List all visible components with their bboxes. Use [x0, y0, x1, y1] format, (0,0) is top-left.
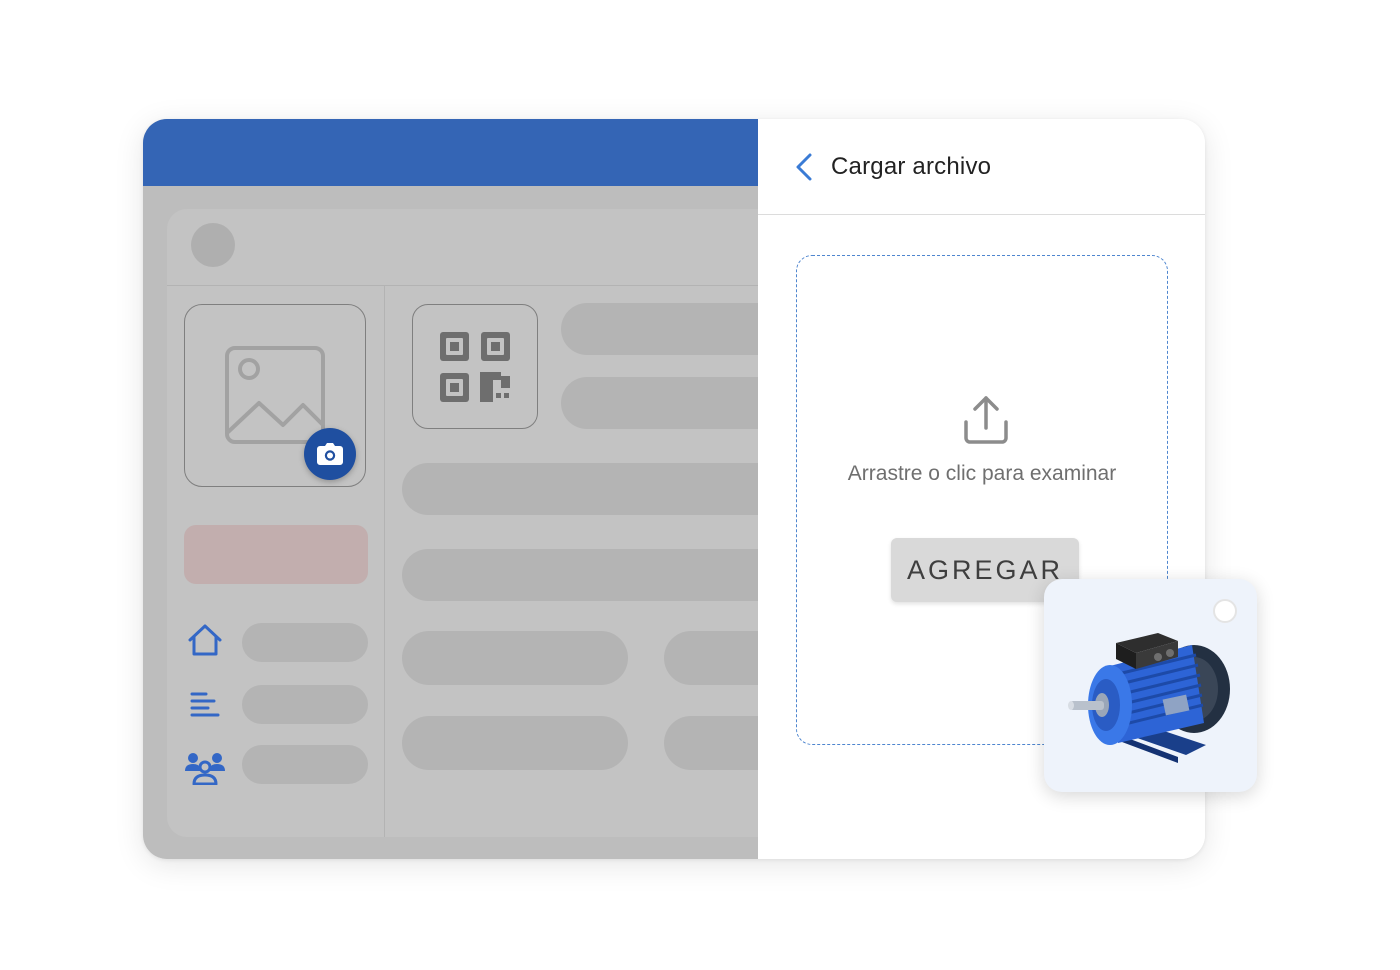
chevron-left-icon: [796, 153, 812, 181]
upload-icon: [964, 396, 1008, 444]
dropzone-instructions: Arrastre o clic para examinar: [847, 462, 1117, 485]
qr-code-button[interactable]: [412, 304, 538, 429]
qr-code-icon: [440, 331, 510, 402]
nav-item-placeholder: [242, 685, 368, 724]
placeholder-field: [561, 377, 758, 429]
nav-item-placeholder: [242, 745, 368, 784]
panel-title: Cargar archivo: [831, 153, 992, 180]
image-icon: [225, 346, 325, 444]
list-icon[interactable]: [189, 690, 221, 720]
camera-button[interactable]: [304, 428, 356, 480]
selected-file-thumbnail[interactable]: [1044, 579, 1257, 792]
avatar: [191, 223, 235, 267]
background-app-overlay: [143, 119, 758, 859]
placeholder-field: [664, 716, 758, 770]
back-button[interactable]: [788, 149, 820, 185]
home-icon[interactable]: [187, 623, 223, 657]
users-icon[interactable]: [185, 751, 225, 785]
placeholder-field: [561, 303, 758, 355]
placeholder-field: [402, 716, 628, 770]
nav-item-placeholder: [242, 623, 368, 662]
divider: [167, 285, 758, 286]
placeholder-field: [402, 631, 628, 685]
camera-icon: [317, 443, 343, 465]
placeholder-field: [664, 631, 758, 685]
divider: [384, 285, 385, 837]
electric-motor-image: [1068, 633, 1230, 763]
panel-header: Cargar archivo: [758, 119, 1205, 215]
background-form-panel: [167, 209, 758, 837]
placeholder-field: [402, 549, 758, 601]
app-header-bar: [143, 119, 758, 186]
placeholder-action-button: [184, 525, 368, 584]
placeholder-field: [402, 463, 758, 515]
